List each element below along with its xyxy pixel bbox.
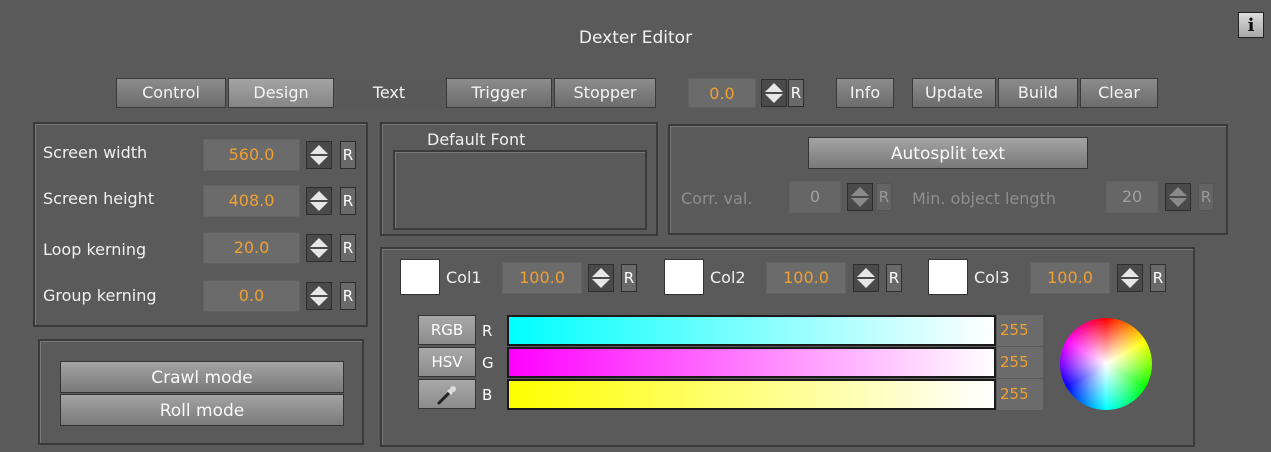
group-kerning-reset-button[interactable]: R [340,282,356,310]
col3-stepper[interactable] [1117,264,1143,292]
autosplit-text-button[interactable]: Autosplit text [808,137,1088,169]
arrow-down-icon [310,202,328,211]
b-channel-label: B [482,386,493,404]
arrow-down-icon [310,249,328,258]
arrow-up-icon [310,191,328,200]
loop-kerning-label: Loop kerning [43,240,147,259]
col3-label: Col3 [974,268,1010,287]
col1-swatch[interactable] [400,259,440,295]
loop-kerning-stepper[interactable] [306,234,332,262]
g-channel-label: G [482,354,494,372]
arrow-up-icon [310,238,328,247]
screen-width-reset-button[interactable]: R [340,141,356,169]
hsv-mode-button[interactable]: HSV [418,347,476,377]
screen-height-field[interactable]: 408.0 [203,185,300,217]
arrow-up-icon [857,268,875,277]
col3-reset-button[interactable]: R [1150,264,1166,292]
screen-width-label: Screen width [43,143,148,162]
group-kerning-stepper[interactable] [306,282,332,310]
arrow-down-icon [1169,198,1187,207]
screen-height-stepper[interactable] [306,187,332,215]
col1-label: Col1 [446,268,482,287]
min-object-length-stepper[interactable] [1165,183,1191,211]
corr-val-label: Corr. val. [681,189,753,208]
roll-mode-button[interactable]: Roll mode [60,394,344,426]
eyedropper-button[interactable] [418,379,476,409]
col2-label: Col2 [710,268,746,287]
g-channel-slider[interactable] [507,347,996,378]
col2-reset-button[interactable]: R [886,264,902,292]
group-kerning-field[interactable]: 0.0 [203,280,300,312]
tab-stopper[interactable]: Stopper [554,78,656,108]
col3-swatch[interactable] [928,259,968,295]
clear-button[interactable]: Clear [1080,78,1158,108]
arrow-up-icon [765,83,783,92]
loop-kerning-field[interactable]: 20.0 [203,232,300,264]
col1-stepper[interactable] [588,264,614,292]
build-button[interactable]: Build [998,78,1078,108]
arrow-down-icon [310,297,328,306]
col1-reset-button[interactable]: R [621,264,637,292]
corr-val-stepper[interactable] [847,183,873,211]
default-font-title: Default Font [427,130,526,149]
update-button[interactable]: Update [912,78,996,108]
tab-text[interactable]: Text [336,78,442,108]
b-channel-value[interactable]: 255 [997,379,1043,410]
arrow-down-icon [765,94,783,103]
screen-width-field[interactable]: 560.0 [203,139,300,171]
time-value-field[interactable]: 0.0 [688,78,756,108]
arrow-down-icon [310,156,328,165]
window-title: Dexter Editor [578,28,693,48]
arrow-down-icon [1121,279,1139,288]
r-channel-label: R [482,322,493,340]
r-channel-slider[interactable] [507,315,996,346]
arrow-up-icon [1121,268,1139,277]
min-object-length-label: Min. object length [912,189,1056,208]
b-channel-slider[interactable] [507,379,996,410]
arrow-up-icon [310,145,328,154]
col2-stepper[interactable] [853,264,879,292]
time-reset-button[interactable]: R [788,79,804,107]
col3-field[interactable]: 100.0 [1030,262,1110,294]
screen-height-reset-button[interactable]: R [340,187,356,215]
tab-trigger[interactable]: Trigger [446,78,552,108]
arrow-down-icon [592,279,610,288]
arrow-up-icon [592,268,610,277]
screen-width-stepper[interactable] [306,141,332,169]
arrow-up-icon [851,187,869,196]
col2-swatch[interactable] [664,259,704,295]
tab-control[interactable]: Control [116,78,226,108]
rgb-mode-button[interactable]: RGB [418,315,476,345]
tab-design[interactable]: Design [228,78,334,108]
arrow-down-icon [851,198,869,207]
g-channel-value[interactable]: 255 [997,347,1043,378]
loop-kerning-reset-button[interactable]: R [340,234,356,262]
corr-val-field[interactable]: 0 [789,181,841,213]
default-font-box[interactable] [393,150,647,230]
corr-val-reset-button[interactable]: R [876,183,892,211]
col2-field[interactable]: 100.0 [766,262,846,294]
group-kerning-label: Group kerning [43,286,157,305]
screen-height-label: Screen height [43,189,155,208]
info-button[interactable]: Info [836,78,894,108]
r-channel-value[interactable]: 255 [997,315,1043,346]
arrow-up-icon [310,286,328,295]
arrow-up-icon [1169,187,1187,196]
time-stepper[interactable] [761,79,787,107]
color-wheel[interactable] [1060,318,1152,410]
col1-field[interactable]: 100.0 [502,262,582,294]
min-object-length-reset-button[interactable]: R [1198,183,1214,211]
min-object-length-field[interactable]: 20 [1106,181,1158,213]
arrow-down-icon [857,279,875,288]
dexter-editor-window: Dexter Editor i Control Design Text Trig… [0,0,1271,452]
info-icon-button[interactable]: i [1238,12,1264,38]
eyedropper-icon [437,386,456,405]
crawl-mode-button[interactable]: Crawl mode [60,361,344,393]
